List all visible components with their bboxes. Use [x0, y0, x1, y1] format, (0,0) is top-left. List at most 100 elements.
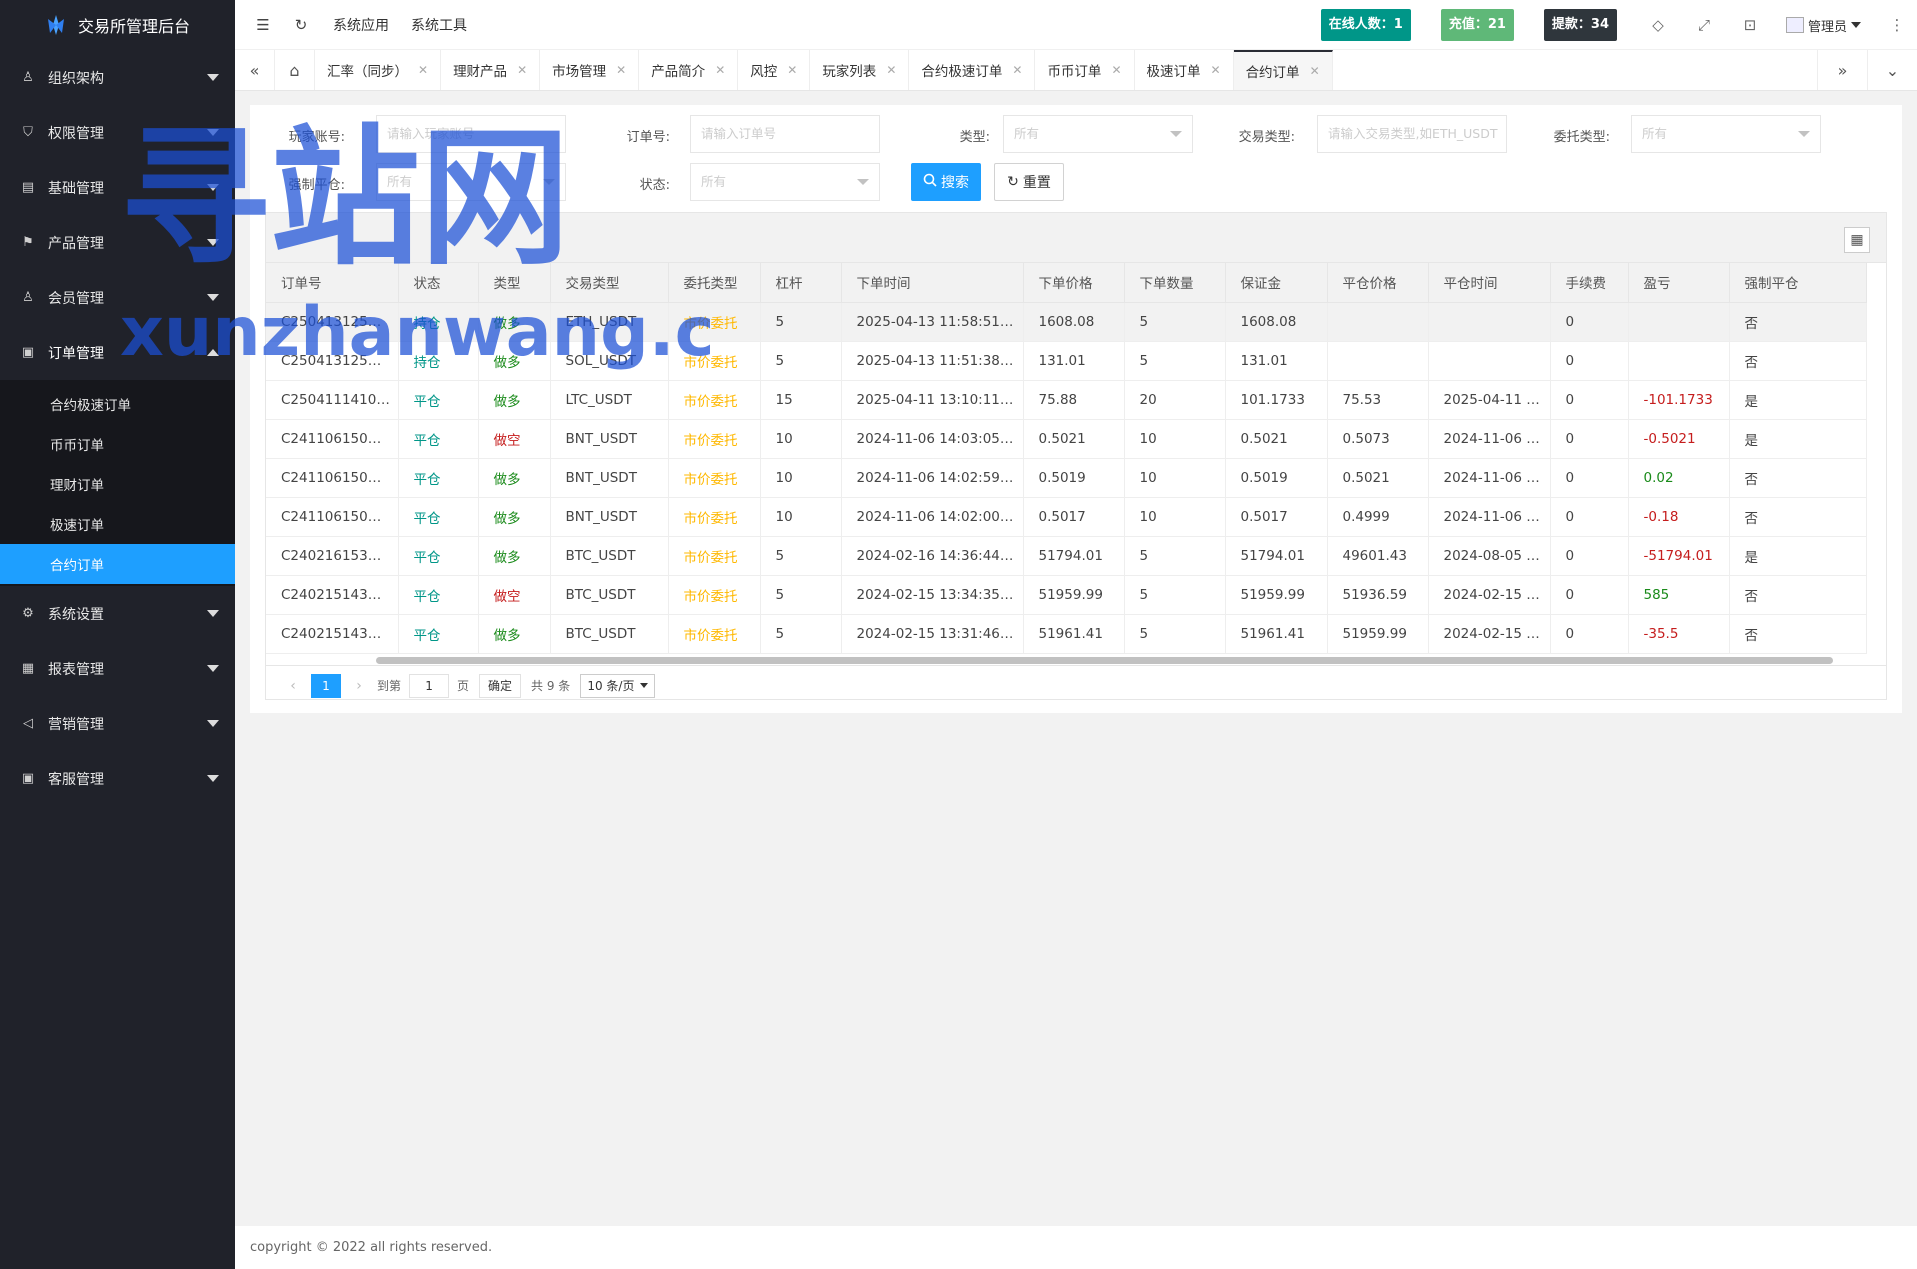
recharge-badge[interactable]: 充值：21: [1440, 9, 1514, 41]
tab-item[interactable]: 市场管理 ✕: [540, 50, 640, 90]
search-button[interactable]: 搜索: [911, 163, 981, 201]
close-icon[interactable]: ✕: [517, 63, 527, 77]
status-select[interactable]: 所有: [690, 163, 880, 201]
type-select[interactable]: 所有: [1003, 115, 1193, 153]
table-cell: 2024-11-06 …: [1428, 419, 1551, 459]
tab-item[interactable]: 玩家列表 ✕: [810, 50, 910, 90]
entrust-type-select[interactable]: 所有: [1631, 115, 1821, 153]
fullscreen-icon[interactable]: ⤢: [1694, 16, 1714, 34]
submenu-item[interactable]: 理财订单: [0, 464, 235, 504]
tag-icon[interactable]: ◇: [1648, 16, 1668, 34]
table-cell: 75.88: [1023, 380, 1125, 420]
reset-button[interactable]: ↻ 重置: [994, 163, 1064, 201]
close-icon[interactable]: ✕: [418, 63, 428, 77]
sidebar-item-a0[interactable]: ♙ 组织架构: [0, 50, 235, 105]
logo-icon: [44, 13, 68, 37]
content-card: 玩家账号: 请输入玩家账号 订单号: 请输入订单号 类型: 所有 交易类型: 请…: [250, 105, 1902, 713]
sidebar-item-a4[interactable]: ♙ 会员管理: [0, 270, 235, 325]
column-header[interactable]: 类型: [478, 263, 551, 303]
tab-item[interactable]: 极速订单 ✕: [1135, 50, 1234, 90]
submenu-item[interactable]: 币币订单: [0, 424, 235, 464]
close-icon[interactable]: ✕: [1211, 63, 1221, 77]
sidebar-item-b0[interactable]: ⚙ 系统设置: [0, 586, 235, 641]
column-header[interactable]: 保证金: [1225, 263, 1328, 303]
order-number-input[interactable]: 请输入订单号: [690, 115, 880, 153]
tabs-scroll-right-icon[interactable]: »: [1817, 50, 1867, 90]
close-icon[interactable]: ✕: [787, 63, 797, 77]
page-jump-input[interactable]: 1: [409, 673, 450, 698]
sidebar-item-b1[interactable]: ▦ 报表管理: [0, 641, 235, 696]
horizontal-scrollbar[interactable]: [266, 654, 1886, 666]
close-icon[interactable]: ✕: [1111, 63, 1121, 77]
more-icon[interactable]: ⋮: [1887, 16, 1907, 34]
column-header[interactable]: 强制平仓: [1729, 263, 1867, 303]
tabs-scroll-left-icon[interactable]: «: [235, 50, 275, 90]
tab-item[interactable]: 币币订单 ✕: [1035, 50, 1135, 90]
column-header[interactable]: 手续费: [1550, 263, 1629, 303]
prev-page-icon[interactable]: ‹: [281, 678, 305, 694]
table-row[interactable]: C250413125… 持仓 做多 ETH_USDT 市价委托 5 2025-04-13 1…: [266, 302, 1867, 342]
close-icon[interactable]: ✕: [616, 63, 626, 77]
trade-type-input[interactable]: 请输入交易类型,如ETH_USDT: [1317, 115, 1507, 153]
topnav-system-tools[interactable]: 系统工具: [411, 15, 467, 35]
table-row[interactable]: C241106150… 平仓 做空 BNT_USDT 市价委托 10 2024-11-06 …: [266, 419, 1867, 459]
sidebar-item-a2[interactable]: ▤ 基础管理: [0, 160, 235, 215]
tab-item[interactable]: 风控 ✕: [738, 50, 811, 90]
tab-item[interactable]: 理财产品 ✕: [441, 50, 541, 90]
force-close-select[interactable]: 所有: [376, 163, 566, 201]
columns-filter-icon[interactable]: ▦: [1844, 227, 1870, 253]
close-icon[interactable]: ✕: [886, 63, 896, 77]
table-row[interactable]: C241106150… 平仓 做多 BNT_USDT 市价委托 10 2024-11-06 …: [266, 497, 1867, 537]
sidebar-item-a5[interactable]: ▣ 订单管理: [0, 325, 235, 380]
lock-icon[interactable]: ⊡: [1740, 16, 1760, 34]
home-icon[interactable]: ⌂: [275, 50, 315, 90]
online-count-badge[interactable]: 在线人数：1: [1320, 9, 1411, 41]
column-header[interactable]: 下单价格: [1023, 263, 1125, 303]
tab-item[interactable]: 汇率（同步） ✕: [315, 50, 442, 90]
sidebar-item-a3[interactable]: ⚑ 产品管理: [0, 215, 235, 270]
column-header[interactable]: 杠杆: [760, 263, 842, 303]
column-header[interactable]: 下单数量: [1124, 263, 1226, 303]
column-header[interactable]: 交易类型: [550, 263, 669, 303]
close-icon[interactable]: ✕: [1012, 63, 1022, 77]
column-header[interactable]: 平仓价格: [1327, 263, 1429, 303]
tab-item[interactable]: 合约订单 ✕: [1233, 50, 1333, 90]
close-icon[interactable]: ✕: [1310, 64, 1320, 78]
column-header[interactable]: 盈亏: [1628, 263, 1730, 303]
sidebar-item-b3[interactable]: ▣ 客服管理: [0, 751, 235, 806]
page-number-current[interactable]: 1: [311, 673, 341, 698]
table-cell: [1428, 341, 1551, 381]
column-header[interactable]: 平仓时间: [1428, 263, 1551, 303]
sidebar-item-b2[interactable]: ◁ 营销管理: [0, 696, 235, 751]
tabs-dropdown-icon[interactable]: ⌄: [1867, 50, 1917, 90]
table-row[interactable]: C241106150… 平仓 做多 BNT_USDT 市价委托 10 2024-11-06 …: [266, 458, 1867, 498]
topnav-system-apps[interactable]: 系统应用: [333, 15, 389, 35]
menu-toggle-icon[interactable]: ☰: [253, 15, 273, 35]
column-header[interactable]: 状态: [398, 263, 479, 303]
table-row[interactable]: C2504111410… 平仓 做多 LTC_USDT 市价委托 15 2025-04-11…: [266, 380, 1867, 420]
column-header[interactable]: 委托类型: [668, 263, 761, 303]
table-row[interactable]: C240215143… 平仓 做多 BTC_USDT 市价委托 5 2024-02-15 1…: [266, 614, 1867, 654]
page-size-select[interactable]: 10 条/页: [580, 673, 656, 698]
column-header[interactable]: 订单号: [266, 263, 399, 303]
page-jump-confirm-button[interactable]: 确定: [479, 673, 522, 698]
table-row[interactable]: C240215143… 平仓 做空 BTC_USDT 市价委托 5 2024-02-15 1…: [266, 575, 1867, 615]
refresh-icon[interactable]: ↻: [291, 15, 311, 35]
scrollbar-thumb[interactable]: [376, 656, 1833, 664]
user-menu[interactable]: 管理员: [1785, 16, 1861, 35]
submenu-item[interactable]: 极速订单: [0, 504, 235, 544]
tab-item[interactable]: 产品简介 ✕: [639, 50, 739, 90]
close-icon[interactable]: ✕: [715, 63, 725, 77]
submenu-item[interactable]: 合约极速订单: [0, 384, 235, 424]
column-header[interactable]: 下单时间: [841, 263, 1024, 303]
table-row[interactable]: C240216153… 平仓 做多 BTC_USDT 市价委托 5 2024-02-16 1…: [266, 536, 1867, 576]
next-page-icon[interactable]: ›: [347, 678, 371, 694]
submenu-item[interactable]: 合约订单: [0, 544, 235, 584]
player-account-input[interactable]: 请输入玩家账号: [376, 115, 566, 153]
sidebar-item-a1[interactable]: ⛉ 权限管理: [0, 105, 235, 160]
table-cell: 0.5019: [1023, 458, 1125, 498]
withdraw-badge[interactable]: 提款：34: [1543, 9, 1617, 41]
tab-item[interactable]: 合约极速订单 ✕: [909, 50, 1036, 90]
app-logo[interactable]: 交易所管理后台: [0, 0, 235, 50]
table-row[interactable]: C250413125… 持仓 做多 SOL_USDT 市价委托 5 2025-04-13 1…: [266, 341, 1867, 381]
